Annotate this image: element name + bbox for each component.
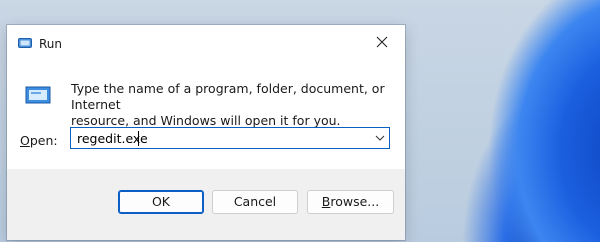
close-icon [376, 36, 388, 48]
close-button[interactable] [359, 25, 405, 59]
title-bar[interactable]: Run [7, 25, 405, 61]
window-title: Run [39, 37, 63, 51]
browse-label-rest: rowse... [330, 194, 380, 209]
cancel-button[interactable]: Cancel [212, 190, 298, 214]
run-icon [18, 38, 32, 48]
instruction-text: Type the name of a program, folder, docu… [71, 81, 391, 129]
open-label-rest: pen: [29, 133, 58, 148]
text-caret [138, 131, 139, 146]
run-program-icon [25, 86, 51, 104]
open-label: Open: [20, 133, 58, 148]
instruction-line-1: Type the name of a program, folder, docu… [71, 81, 385, 112]
open-combobox[interactable]: regedit.exe [70, 127, 390, 149]
browse-button[interactable]: Browse... [307, 190, 394, 214]
open-label-accelerator: O [20, 133, 30, 148]
chevron-down-icon[interactable] [375, 134, 385, 142]
run-dialog: Run Type the name of a program, folder, … [7, 25, 405, 240]
ok-button[interactable]: OK [118, 190, 204, 214]
